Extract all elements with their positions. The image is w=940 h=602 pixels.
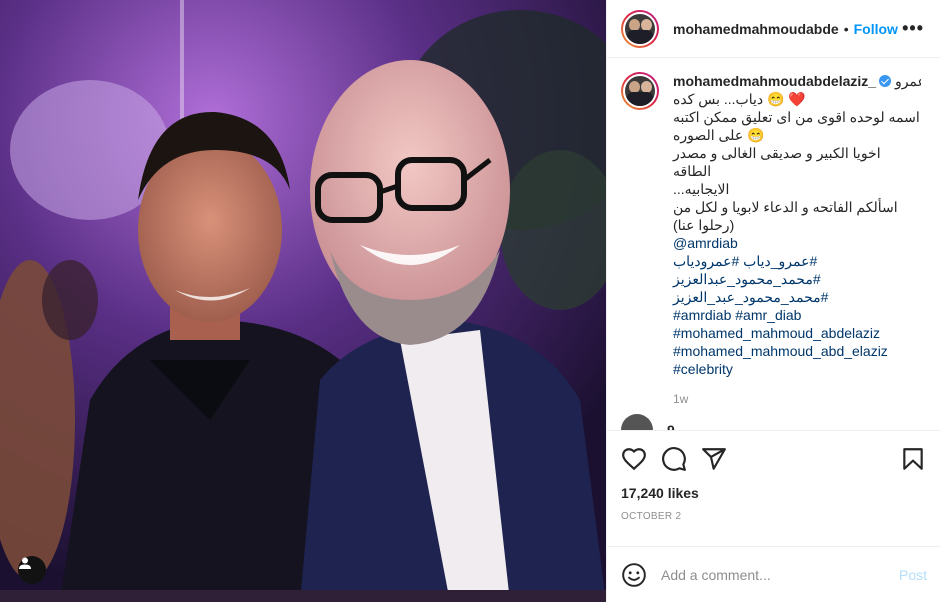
comments-section[interactable]: mohamedmahmoudabdelaziz_ عمرو... ❤️ 😁 دي… [607, 58, 940, 430]
add-comment-bar: Post [607, 546, 940, 602]
comment-input[interactable] [661, 566, 899, 583]
caption-timestamp[interactable]: 1w [673, 390, 921, 408]
hashtag-link[interactable]: #محمد_محمود_عبدالعزيز [673, 270, 921, 288]
heart-icon[interactable] [621, 446, 647, 472]
hashtag-link[interactable]: #عمرو_دياب #عمرودياب [673, 252, 921, 270]
comment-text: 9 ........ ...... [667, 422, 738, 430]
caption-line: 😁 على الصوره [673, 127, 765, 143]
caption-line: ❤️ 😁 دياب... بس كده [673, 91, 806, 107]
caption-line: اخويا الكبير و صديقى الغالى و مصدر الطاق… [673, 145, 881, 179]
caption-avatar[interactable] [621, 72, 659, 110]
post-header: mohamedmahmoudabde • Follow ••• [607, 0, 940, 58]
hashtag-link[interactable]: #محمد_محمود_عبد_العزيز [673, 288, 921, 306]
caption: mohamedmahmoudabdelaziz_ عمرو... ❤️ 😁 دي… [621, 72, 924, 408]
user-tag-icon [19, 557, 31, 569]
smiley-icon[interactable] [621, 562, 647, 588]
more-options-button[interactable]: ••• [902, 18, 924, 39]
action-icons [621, 439, 926, 479]
mention-link[interactable]: @amrdiab [673, 234, 921, 252]
caption-user-line: mohamedmahmoudabdelaziz_ عمرو... [673, 72, 921, 90]
header-username[interactable]: mohamedmahmoudabde [673, 21, 839, 37]
follow-button[interactable]: Follow [854, 21, 898, 37]
likes-count[interactable]: 17,240 likes [621, 485, 926, 501]
post-photo[interactable] [0, 0, 606, 602]
hashtag-link[interactable]: #celebrity [673, 360, 921, 378]
hashtag-link[interactable]: #mohamed_mahmoud_abdelaziz [673, 324, 921, 342]
post-comment-button[interactable]: Post [899, 567, 927, 583]
next-comment: 9 ........ ...... [621, 414, 737, 430]
caption-line: اسألكم الفاتحه و الدعاء لابويا و لكل من [673, 199, 898, 215]
post-actions: 17,240 likes OCTOBER 2 [607, 430, 940, 544]
comment-avatar[interactable] [621, 414, 653, 430]
bookmark-icon[interactable] [900, 446, 926, 472]
post-side-panel: mohamedmahmoudabde • Follow ••• mohamedm… [606, 0, 940, 602]
hashtag-link[interactable]: #mohamed_mahmoud_abd_elaziz [673, 342, 921, 360]
hashtag-link[interactable]: #amrdiab #amr_diab [673, 306, 921, 324]
caption-line: الايجابيه... [673, 181, 730, 197]
caption-body: mohamedmahmoudabdelaziz_ عمرو... ❤️ 😁 دي… [673, 72, 921, 408]
caption-username[interactable]: mohamedmahmoudabdelaziz_ [673, 73, 876, 89]
post-date[interactable]: OCTOBER 2 [621, 511, 926, 522]
caption-line: اسمه لوحده اقوى من اى تعليق ممكن اكتبه [673, 109, 920, 125]
caption-inline-text: عمرو... [894, 73, 921, 89]
header-separator: • [843, 20, 849, 37]
photo-illustration [0, 0, 606, 602]
user-tag-button[interactable] [18, 556, 46, 584]
avatar[interactable] [621, 9, 659, 48]
comment-icon[interactable] [661, 446, 687, 472]
caption-line: (رحلوا عنا) [673, 217, 735, 233]
verified-badge-icon [879, 75, 892, 87]
paper-plane-icon[interactable] [701, 446, 727, 472]
